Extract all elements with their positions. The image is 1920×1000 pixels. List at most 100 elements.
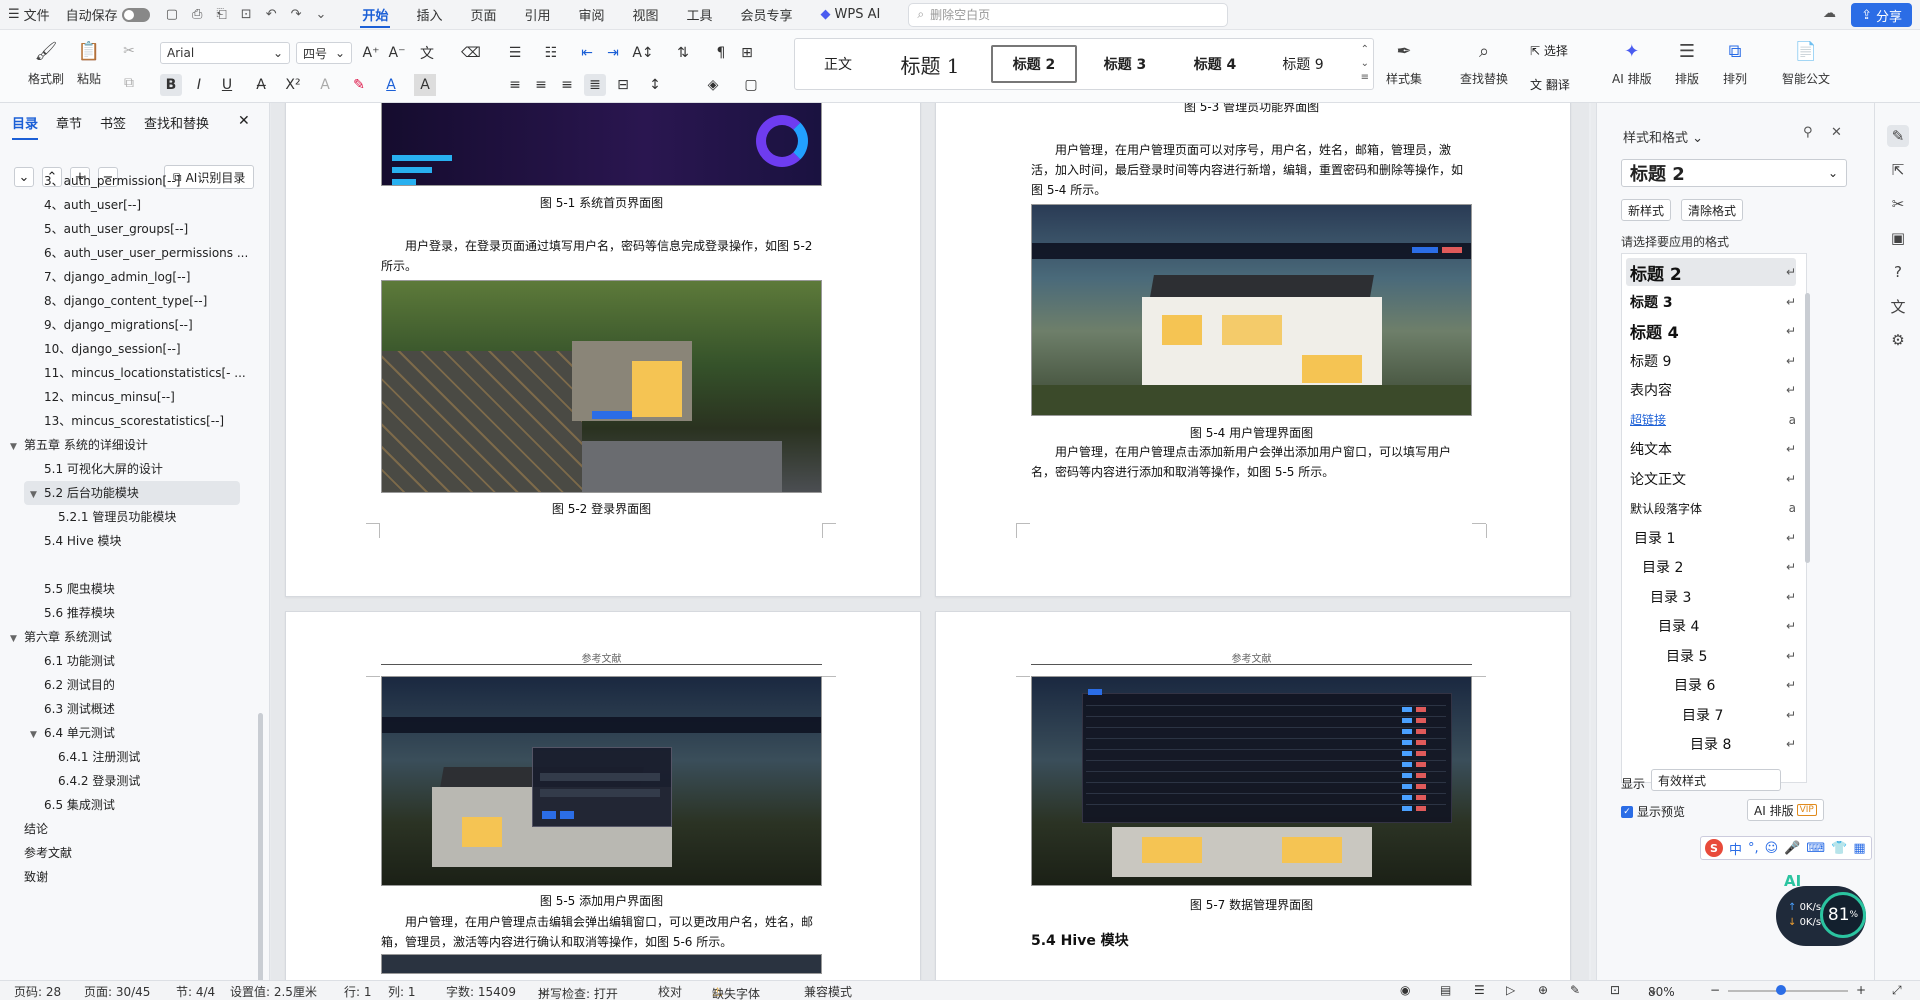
keyboard-icon[interactable]: ⌨ (1806, 841, 1825, 856)
more-chevron-icon[interactable]: ⌄ (316, 7, 327, 22)
style-item[interactable]: 纯文本 ↵ (1626, 435, 1796, 463)
styles-pane-icon[interactable]: ✎ (1887, 125, 1909, 147)
ime-toolbar[interactable]: S 中 °, ☺ 🎤 ⌨ 👕 ▦ (1700, 836, 1872, 860)
doc-scrollbar[interactable] (1589, 103, 1591, 980)
style-heading-9[interactable]: 标题 9 (1263, 45, 1343, 83)
text-direction-icon[interactable]: A↕ (632, 42, 654, 64)
toc-item[interactable]: 5.5 爬虫模块 (44, 577, 115, 601)
style-item[interactable]: 目录 1 ↵ (1626, 524, 1796, 552)
style-item[interactable]: 标题 3 ↵ (1626, 288, 1796, 316)
toc-item[interactable]: 11、mincus_locationstatistics[- ... (44, 361, 246, 385)
tab-wps-ai[interactable]: ◆ WPS AI (807, 0, 895, 30)
print-preview-icon[interactable]: ⊡ (241, 7, 252, 22)
decrease-indent-icon[interactable]: ⇤ (576, 42, 598, 64)
smart-doc-button[interactable]: 📄 智能公文 (1782, 38, 1830, 87)
status-row[interactable]: 行: 1 (344, 983, 372, 1000)
style-set-button[interactable]: ✒ 样式集 (1386, 38, 1422, 87)
redo-icon[interactable]: ↷ (291, 7, 302, 22)
tab-tools[interactable]: 工具 (673, 0, 727, 30)
bullet-list-icon[interactable]: ☰ (504, 42, 526, 64)
italic-icon[interactable]: I (188, 74, 210, 96)
cloud-icon[interactable]: ☁ (1823, 6, 1836, 21)
expand-triangle-icon[interactable]: ▼ (30, 483, 40, 507)
find-replace-button[interactable]: ⌕ 查找替换 (1460, 38, 1508, 87)
style-item[interactable]: 表内容 ↵ (1626, 376, 1796, 404)
clear-format-button[interactable]: 清除格式 (1681, 199, 1744, 221)
ai-layout-button[interactable]: ✦ AI 排版 (1612, 38, 1652, 87)
export-pdf-icon[interactable]: ⎙ (192, 7, 202, 22)
toc-item[interactable]: 5.1 可视化大屏的设计 (44, 457, 163, 481)
align-center-icon[interactable]: ≡ (530, 74, 552, 96)
cut-icon[interactable]: ✂ (118, 40, 140, 62)
style-item[interactable]: 超链接 a (1626, 406, 1796, 434)
line-spacing-icon[interactable]: ↕ (644, 74, 666, 96)
new-style-button[interactable]: 新样式 (1621, 199, 1672, 221)
nav-tab-toc[interactable]: 目录 (12, 113, 39, 140)
search-input[interactable]: ⌕ 删除空白页 (908, 2, 1229, 27)
sort-icon[interactable]: ⇅ (672, 42, 694, 64)
pen-icon[interactable]: ✎ (1570, 983, 1580, 997)
punct-icon[interactable]: °, (1748, 841, 1759, 856)
align-left-icon[interactable]: ≡ (504, 74, 526, 96)
expand-triangle-icon[interactable]: ▼ (10, 435, 20, 459)
status-section[interactable]: 节: 4/4 (176, 983, 215, 1000)
arrange-button[interactable]: ⧉ 排列 (1722, 38, 1748, 87)
style-item[interactable]: 标题 9 ↵ (1626, 347, 1796, 375)
fit-icon[interactable]: ⊡ (1610, 983, 1620, 997)
mic-icon[interactable]: 🎤 (1784, 841, 1800, 856)
zoom-slider-thumb[interactable] (1776, 985, 1786, 995)
paste-button[interactable]: 📋 粘贴 (76, 38, 102, 87)
print-icon[interactable]: ⎗ (216, 7, 226, 22)
toc-item[interactable]: 7、django_admin_log[--] (44, 265, 190, 289)
toc-item[interactable]: ▼ 第五章 系统的详细设计 (10, 433, 148, 457)
web-view-icon[interactable]: ⊕ (1538, 983, 1548, 997)
collapse-icon[interactable]: ⌄ (14, 167, 34, 187)
bold-icon[interactable]: B (160, 74, 182, 96)
style-item[interactable]: 目录 8 ↵ (1626, 730, 1796, 758)
toc-item[interactable]: 3、auth_permission[--] (44, 169, 180, 193)
pin-icon[interactable]: ⚲ (1803, 125, 1813, 140)
style-item[interactable]: 默认段落字体 a (1626, 494, 1796, 522)
style-item[interactable]: 目录 6 ↵ (1626, 671, 1796, 699)
tab-reference[interactable]: 引用 (510, 0, 564, 30)
table-icon[interactable]: ⊞ (736, 42, 758, 64)
toc-item[interactable]: 5.2.1 管理员功能模块 (58, 505, 176, 529)
translate-panel-icon[interactable]: 文 (1887, 295, 1909, 317)
status-page-num[interactable]: 页码: 28 (14, 983, 61, 1000)
close-icon[interactable]: ✕ (238, 113, 250, 129)
undo-icon[interactable]: ↶ (266, 7, 277, 22)
toc-item[interactable]: 6.4.1 注册测试 (58, 745, 140, 769)
eraser-icon[interactable]: ⌫ (460, 42, 482, 64)
justify-icon[interactable]: ≣ (584, 74, 606, 96)
tab-page[interactable]: 页面 (456, 0, 510, 30)
toc-item[interactable]: 9、django_migrations[--] (44, 313, 193, 337)
toc-item[interactable]: 6.1 功能测试 (44, 649, 115, 673)
show-select[interactable]: 有效样式 (1651, 769, 1781, 791)
char-shading-icon[interactable]: A (414, 74, 436, 96)
autosave[interactable]: 自动保存 (58, 0, 158, 30)
styles-scrollbar[interactable] (1805, 293, 1810, 563)
pinyin-icon[interactable]: 文 (416, 42, 438, 64)
style-normal[interactable]: 正文 (803, 45, 873, 83)
tools-icon[interactable]: ✂ (1887, 193, 1909, 215)
increase-indent-icon[interactable]: ⇥ (602, 42, 624, 64)
toc-item[interactable]: 6.5 集成测试 (44, 793, 115, 817)
current-style-select[interactable]: 标题 2 ⌄ (1621, 159, 1847, 187)
image-icon[interactable]: ▣ (1887, 227, 1909, 249)
toc-item[interactable]: 参考文献 (24, 841, 72, 865)
share-button[interactable]: ⇪ 分享 (1851, 3, 1912, 27)
toc-item[interactable]: 5、auth_user_groups[--] (44, 217, 188, 241)
toc-item[interactable]: 5.4 Hive 模块 (44, 529, 122, 553)
status-words[interactable]: 字数: 15409 (446, 983, 516, 1000)
play-icon[interactable]: ▷ (1506, 983, 1515, 997)
translate-button[interactable]: 文 翻译 (1530, 76, 1570, 93)
zoom-out-icon[interactable]: − (1710, 983, 1720, 997)
toc-item[interactable]: 12、mincus_minsu[--] (44, 385, 175, 409)
status-col[interactable]: 列: 1 (388, 983, 416, 1000)
numbered-list-icon[interactable]: ☷ (540, 42, 562, 64)
toc-item[interactable]: 6、auth_user_user_permissions ... (44, 241, 248, 265)
tab-view[interactable]: 视图 (619, 0, 673, 30)
eye-icon[interactable]: ◉ (1400, 983, 1410, 997)
expand-triangle-icon[interactable]: ▼ (30, 723, 40, 747)
toc-item[interactable]: 6.3 测试概述 (44, 697, 115, 721)
